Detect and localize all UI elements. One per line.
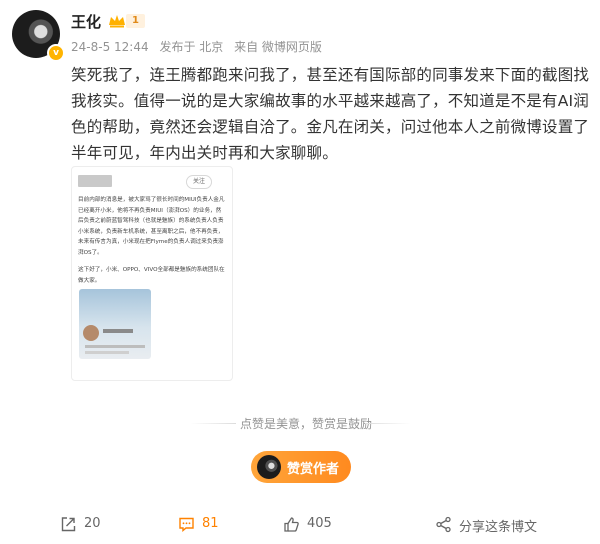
embedded-profile-card [79,289,151,359]
vip-level-badge[interactable]: 1 [126,14,145,28]
embedded-card-line [103,329,133,333]
reward-author-button[interactable]: 赞赏作者 [251,451,351,483]
reward-author-avatar [257,455,281,479]
like-count: 405 [307,516,332,531]
share-label: 分享这条博文 [459,520,538,535]
post-date[interactable]: 24-8-5 12:44 [71,40,149,54]
divider-right [365,423,411,424]
embedded-screenshot[interactable]: 关注 目前内部的消息是，被大家骂了很长时间的MIUI负责人金凡已经离开小米，他将… [71,166,233,381]
post-location: 发布于 北京 [159,40,224,54]
divider-left [190,423,236,424]
embedded-paragraph-2: 这下好了，小米、OPPO、VIVO全部都是魅族的系统团队在做大家。 [78,267,225,284]
embedded-blurred-username [78,175,112,187]
reward-hint: 点赞是美意，赞赏是鼓励 [240,417,373,431]
action-bar: 20 81 405 分享这条博文 [0,506,600,544]
comment-count: 81 [202,516,219,531]
username[interactable]: 王化 [71,11,101,32]
crown-icon [109,15,125,28]
forward-count: 20 [84,516,101,531]
thumbs-up-icon [284,517,299,532]
comment-icon [179,517,194,532]
post-source: 来自 微博网页版 [234,40,322,54]
embedded-card-line [85,351,129,354]
embedded-card-avatar [83,325,99,341]
reward-button-label: 赞赏作者 [287,462,340,477]
embedded-follow-button: 关注 [186,175,212,189]
share-icon [436,516,451,533]
verified-badge: v [47,44,65,62]
post-meta: 24-8-5 12:44 发布于 北京 来自 微博网页版 [71,38,329,55]
forward-icon [61,517,76,532]
embedded-card-line [85,345,145,348]
embedded-paragraph-1: 目前内部的消息是，被大家骂了很长时间的MIUI负责人金凡已经离开小米，他将不再负… [78,197,225,256]
post-text: 笑死我了，连王腾都跑来问我了，甚至还有国际部的同事发来下面的截图找我核实。值得一… [71,66,590,162]
